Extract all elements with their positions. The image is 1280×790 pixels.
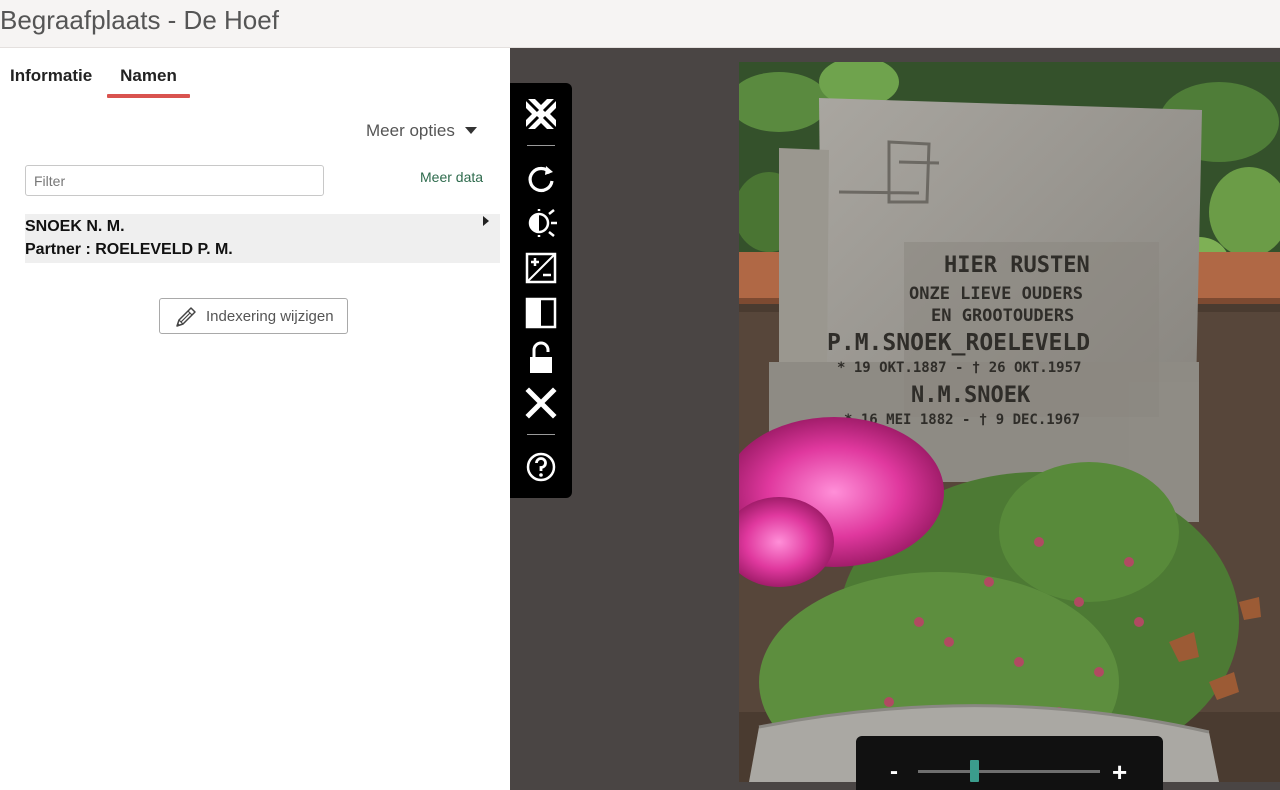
- inscription-line-1: HIER RUSTEN: [944, 253, 1090, 278]
- zoom-control: - +: [856, 736, 1163, 790]
- zoom-in-button[interactable]: +: [1112, 759, 1127, 785]
- zoom-slider-thumb[interactable]: [969, 760, 979, 782]
- rotate-button[interactable]: [523, 161, 559, 197]
- lock-button[interactable]: [523, 340, 559, 376]
- partner-name: Partner : ROELEVELD P. M.: [25, 241, 233, 258]
- contrast-icon: [525, 252, 557, 284]
- tab-namen-label: Namen: [120, 66, 177, 85]
- inscription-line-4: P.M.SNOEK_ROELEVELD: [827, 330, 1090, 356]
- zoom-slider-track[interactable]: [918, 770, 1100, 773]
- meer-opties-label: Meer opties: [366, 121, 455, 140]
- rotate-icon: [528, 166, 554, 193]
- lock-icon: [530, 341, 552, 373]
- help-button[interactable]: [523, 449, 559, 485]
- tab-namen[interactable]: Namen: [107, 66, 190, 98]
- image-viewer[interactable]: HIER RUSTEN ONZE LIEVE OUDERS EN GROOTOU…: [510, 48, 1280, 790]
- contrast-button[interactable]: [523, 250, 559, 286]
- indexering-wijzigen-label: Indexering wijzigen: [206, 308, 334, 325]
- grave-photo-image: HIER RUSTEN ONZE LIEVE OUDERS EN GROOTOU…: [739, 62, 1280, 782]
- person-record[interactable]: SNOEK N. M. Partner : ROELEVELD P. M.: [25, 214, 500, 263]
- active-tab-indicator: [107, 94, 190, 98]
- invert-icon: [525, 297, 557, 329]
- close-icon: [525, 387, 557, 419]
- invert-button[interactable]: [523, 295, 559, 331]
- pencil-icon: [176, 307, 196, 327]
- fullscreen-icon: [524, 97, 558, 131]
- info-panel: Informatie Namen Meer opties Meer data S…: [0, 48, 510, 790]
- meer-opties-dropdown[interactable]: Meer opties: [366, 121, 477, 141]
- caret-down-icon: [464, 127, 477, 135]
- brightness-button[interactable]: [523, 205, 559, 241]
- toolbar-separator: [527, 434, 555, 435]
- brightness-icon: [528, 209, 557, 237]
- help-icon: [526, 452, 556, 482]
- inscription-line-3: EN GROOTOUDERS: [931, 306, 1074, 326]
- title-bar: Begraafplaats - De Hoef: [0, 0, 1280, 48]
- toolbar-separator: [527, 145, 555, 146]
- meer-data-link[interactable]: Meer data: [420, 169, 483, 185]
- viewer-toolbar: [510, 83, 572, 498]
- indexering-wijzigen-button[interactable]: Indexering wijzigen: [159, 298, 348, 334]
- close-button[interactable]: [523, 385, 559, 421]
- tab-bar: Informatie Namen: [0, 48, 510, 100]
- filter-input[interactable]: [25, 165, 324, 196]
- page-title: Begraafplaats - De Hoef: [0, 5, 279, 35]
- inscription-line-2: ONZE LIEVE OUDERS: [909, 284, 1083, 304]
- tab-informatie[interactable]: Informatie: [10, 66, 92, 86]
- fullscreen-button[interactable]: [523, 96, 559, 132]
- inscription-line-6: N.M.SNOEK: [911, 383, 1031, 408]
- grave-photo[interactable]: HIER RUSTEN ONZE LIEVE OUDERS EN GROOTOU…: [739, 62, 1280, 782]
- zoom-out-button[interactable]: -: [890, 760, 898, 784]
- person-name: SNOEK N. M.: [25, 218, 125, 235]
- expand-arrow-icon[interactable]: [483, 216, 489, 226]
- inscription-line-5: * 19 OKT.1887 - † 26 OKT.1957: [837, 360, 1081, 376]
